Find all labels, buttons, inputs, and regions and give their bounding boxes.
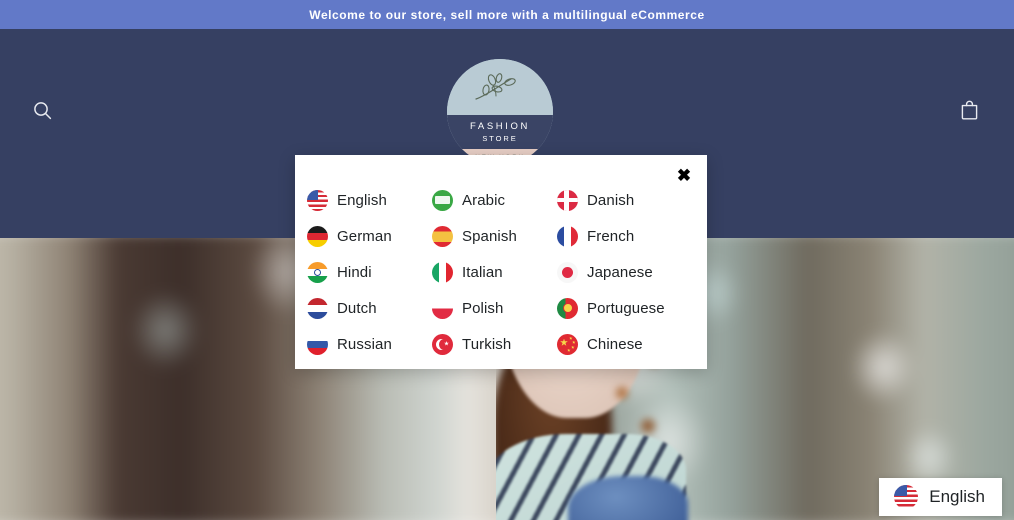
flag-icon-ru <box>307 333 328 355</box>
flag-icon-it <box>432 261 453 283</box>
page-root: Welcome to our store, sell more with a m… <box>0 0 1014 520</box>
language-option-label: Spanish <box>462 227 517 245</box>
language-option-label: French <box>587 227 635 245</box>
language-option-arabic[interactable]: Arabic <box>432 182 557 218</box>
close-icon: ✖ <box>676 165 692 185</box>
logo-name-panel: FASHION STORE <box>447 115 553 149</box>
flag-icon-nl <box>307 297 328 319</box>
language-option-label: Italian <box>462 263 503 281</box>
language-option-label: English <box>337 191 387 209</box>
language-option-label: Arabic <box>462 191 506 209</box>
language-option-german[interactable]: German <box>307 218 432 254</box>
close-button[interactable]: ✖ <box>671 162 697 188</box>
language-switcher-label: English <box>929 487 985 506</box>
language-option-english[interactable]: English <box>307 182 432 218</box>
announcement-bar: Welcome to our store, sell more with a m… <box>0 0 1014 29</box>
language-option-hindi[interactable]: Hindi <box>307 254 432 290</box>
language-switcher[interactable]: English <box>879 478 1002 516</box>
language-option-polish[interactable]: Polish <box>432 290 557 326</box>
cart-button[interactable] <box>951 92 987 128</box>
language-option-spanish[interactable]: Spanish <box>432 218 557 254</box>
flag-icon-cn <box>557 333 578 355</box>
language-dropdown-panel: ✖ English Arabic Danish German Spanish French… <box>295 155 707 369</box>
language-option-chinese[interactable]: Chinese <box>557 326 707 362</box>
language-option-label: Japanese <box>587 263 653 281</box>
language-option-japanese[interactable]: Japanese <box>557 254 707 290</box>
logo-subtitle: STORE <box>482 133 518 143</box>
site-logo[interactable]: FASHION STORE NEW YORK <box>447 59 553 165</box>
language-option-label: Dutch <box>337 299 377 317</box>
shopping-bag-icon <box>959 100 980 121</box>
flag-icon-pl <box>432 297 453 319</box>
search-icon <box>33 101 52 120</box>
flag-icon-us <box>894 485 919 509</box>
language-option-label: Portuguese <box>587 299 665 317</box>
flag-icon-pt <box>557 297 578 319</box>
logo-top-panel <box>447 59 553 115</box>
language-option-italian[interactable]: Italian <box>432 254 557 290</box>
flag-icon-us <box>307 189 328 211</box>
flag-icon-de <box>307 225 328 247</box>
flag-icon-tr <box>432 333 453 355</box>
search-button[interactable] <box>24 92 60 128</box>
language-option-label: Danish <box>587 191 635 209</box>
language-option-french[interactable]: French <box>557 218 707 254</box>
flag-icon-sa <box>432 189 453 211</box>
logo-name: FASHION <box>470 120 530 132</box>
language-option-portuguese[interactable]: Portuguese <box>557 290 707 326</box>
flag-icon-jp <box>557 261 578 283</box>
language-option-label: German <box>337 227 392 245</box>
flag-icon-es <box>432 225 453 247</box>
language-option-turkish[interactable]: Turkish <box>432 326 557 362</box>
flag-icon-in <box>307 261 328 283</box>
language-option-dutch[interactable]: Dutch <box>307 290 432 326</box>
language-option-label: Polish <box>462 299 504 317</box>
flag-icon-fr <box>557 225 578 247</box>
language-option-label: Turkish <box>462 335 512 353</box>
language-grid: English Arabic Danish German Spanish French Hi… <box>295 182 707 362</box>
language-option-russian[interactable]: Russian <box>307 326 432 362</box>
olive-branch-icon <box>471 69 529 112</box>
announcement-text: Welcome to our store, sell more with a m… <box>309 7 705 22</box>
language-option-label: Russian <box>337 335 392 353</box>
language-option-label: Hindi <box>337 263 372 281</box>
flag-icon-dk <box>557 189 578 211</box>
language-option-label: Chinese <box>587 335 643 353</box>
